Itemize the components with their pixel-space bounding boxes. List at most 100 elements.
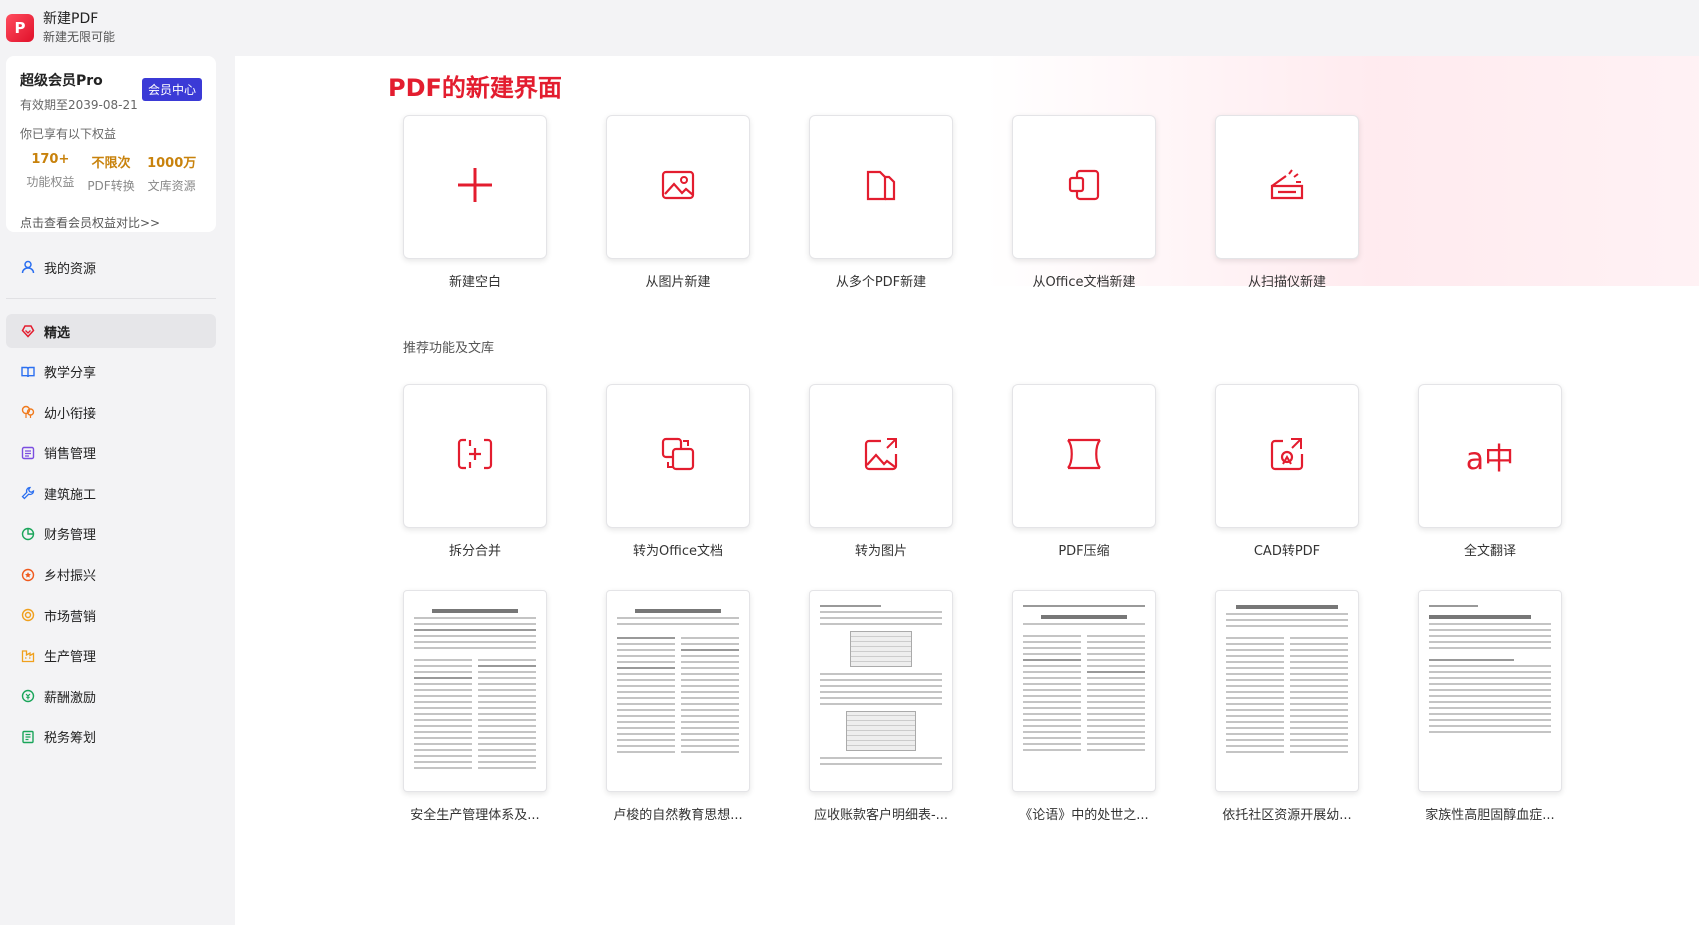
- book-icon: [20, 364, 36, 380]
- office-doc-icon: [1067, 168, 1101, 206]
- document-title[interactable]: 应收账款客户明细表-...: [809, 804, 953, 823]
- nav-divider: [6, 298, 216, 299]
- nav-item-sales[interactable]: 销售管理: [6, 436, 216, 470]
- benefit-label: PDF转换: [87, 179, 135, 193]
- main-panel: PDF的新建界面 新建空白 从图片新建 从多个PDF新建 从Office文档新建…: [235, 56, 1699, 925]
- document-thumbnail: [1041, 615, 1127, 619]
- nav-item-label: 我的资源: [44, 261, 97, 277]
- benefit-label: 文库资源: [147, 179, 196, 193]
- star-badge-icon: [20, 567, 36, 583]
- benefit-item: 1000万 文库资源: [141, 152, 202, 194]
- nav-item-featured[interactable]: 精选: [6, 314, 216, 348]
- cad-to-pdf-button[interactable]: [1215, 384, 1359, 528]
- document-card[interactable]: [809, 590, 953, 792]
- member-compare-link[interactable]: 点击查看会员权益对比>>: [20, 214, 202, 231]
- convert-to-office-button[interactable]: [606, 384, 750, 528]
- tile-label: 转为图片: [854, 544, 907, 559]
- member-benefits-hint: 你已享有以下权益: [20, 127, 117, 141]
- ledger-icon: [20, 729, 36, 745]
- benefit-label: 功能权益: [26, 175, 75, 189]
- plus-icon: [455, 165, 495, 209]
- nav-item-tax[interactable]: 税务筹划: [6, 720, 216, 754]
- member-card: 超级会员Pro 有效期至2039-08-21 会员中心 你已享有以下权益 170…: [6, 56, 216, 232]
- nav-item-label: 财务管理: [44, 528, 97, 544]
- cad-icon: [1269, 436, 1305, 476]
- document-thumbnail: [820, 605, 881, 607]
- nav-item-label: 市场营销: [44, 609, 97, 625]
- convert-to-image-button[interactable]: [809, 384, 953, 528]
- nav-item-label: 乡村振兴: [44, 569, 97, 585]
- member-benefits: 170+ 功能权益 不限次 PDF转换 1000万 文库资源: [20, 152, 202, 194]
- balloon-icon: [20, 404, 36, 420]
- nav-item-finance[interactable]: 财务管理: [6, 517, 216, 551]
- wrench-icon: [20, 485, 36, 501]
- resources-nav: 我的资源: [6, 250, 216, 284]
- section-title: 推荐功能及文库: [403, 341, 495, 356]
- document-card[interactable]: [1418, 590, 1562, 792]
- benefit-value: 不限次: [91, 156, 131, 171]
- app-logo: P: [6, 14, 34, 42]
- document-title[interactable]: 安全生产管理体系及...: [403, 804, 547, 823]
- app-subtitle: 新建无限可能: [43, 30, 116, 44]
- factory-icon: [20, 648, 36, 664]
- document-title[interactable]: 家族性高胆固醇血症...: [1418, 804, 1562, 823]
- benefit-item: 170+ 功能权益: [20, 152, 81, 194]
- benefit-value: 170+: [31, 152, 70, 167]
- nav-item-label: 税务筹划: [44, 731, 97, 747]
- nav-item-marketing[interactable]: 市场营销: [6, 598, 216, 632]
- nav-item-rural[interactable]: 乡村振兴: [6, 558, 216, 592]
- create-blank-button[interactable]: [403, 115, 547, 259]
- document-thumbnail: [1236, 605, 1338, 609]
- nav-item-label: 教学分享: [44, 366, 97, 382]
- nav-item-construction[interactable]: 建筑施工: [6, 476, 216, 510]
- document-card[interactable]: [403, 590, 547, 792]
- full-text-translate-button[interactable]: a中: [1418, 384, 1562, 528]
- create-from-scanner-button[interactable]: [1215, 115, 1359, 259]
- tile-label: 转为Office文档: [633, 544, 723, 559]
- convert-office-icon: [660, 436, 696, 476]
- document-card[interactable]: [1012, 590, 1156, 792]
- tile-label: 从扫描仪新建: [1247, 275, 1326, 290]
- category-nav: 精选 教学分享 幼小衔接 销售管理 建筑施工 财务管理 乡村振兴 市场营销 生产…: [6, 314, 216, 754]
- nav-item-label: 建筑施工: [44, 487, 97, 503]
- heart-diamond-icon: [20, 323, 36, 339]
- nav-item-my-resources[interactable]: 我的资源: [6, 250, 216, 284]
- convert-image-icon: [863, 436, 899, 476]
- nav-item-label: 精选: [44, 325, 71, 341]
- tile-label: 全文翻译: [1463, 544, 1516, 559]
- document-card[interactable]: [606, 590, 750, 792]
- split-merge-icon: [456, 437, 494, 475]
- page-title: PDF的新建界面: [388, 74, 562, 102]
- scanner-icon: [1269, 168, 1305, 206]
- nav-item-label: 薪酬激励: [44, 690, 97, 706]
- split-merge-button[interactable]: [403, 384, 547, 528]
- document-thumbnail: [635, 609, 721, 613]
- app-title-group: 新建PDF 新建无限可能: [43, 10, 115, 46]
- list-icon: [20, 445, 36, 461]
- create-from-multiple-pdf-button[interactable]: [809, 115, 953, 259]
- nav-item-teaching[interactable]: 教学分享: [6, 355, 216, 389]
- member-center-button[interactable]: 会员中心: [141, 78, 202, 101]
- coin-icon: [20, 688, 36, 704]
- tile-label: 从图片新建: [645, 275, 711, 290]
- create-from-image-button[interactable]: [606, 115, 750, 259]
- app-title: 新建PDF: [43, 11, 99, 27]
- document-title[interactable]: 依托社区资源开展幼...: [1215, 804, 1359, 823]
- document-card[interactable]: [1215, 590, 1359, 792]
- document-title[interactable]: 卢梭的自然教育思想...: [606, 804, 750, 823]
- nav-item-label: 销售管理: [44, 447, 97, 463]
- compress-icon: [1065, 437, 1103, 475]
- translate-icon: a中: [1465, 442, 1515, 477]
- nav-item-production[interactable]: 生产管理: [6, 639, 216, 673]
- document-thumbnail: [432, 609, 518, 613]
- tile-label: PDF压缩: [1058, 544, 1110, 559]
- document-title[interactable]: 《论语》中的处世之...: [1012, 804, 1156, 823]
- nav-item-preschool[interactable]: 幼小衔接: [6, 395, 216, 429]
- nav-item-label: 幼小衔接: [44, 406, 97, 422]
- create-from-office-button[interactable]: [1012, 115, 1156, 259]
- pdf-compress-button[interactable]: [1012, 384, 1156, 528]
- target-icon: [20, 607, 36, 623]
- user-icon: [20, 259, 36, 275]
- nav-item-compensation[interactable]: 薪酬激励: [6, 679, 216, 713]
- app-header: P 新建PDF 新建无限可能: [0, 0, 1699, 56]
